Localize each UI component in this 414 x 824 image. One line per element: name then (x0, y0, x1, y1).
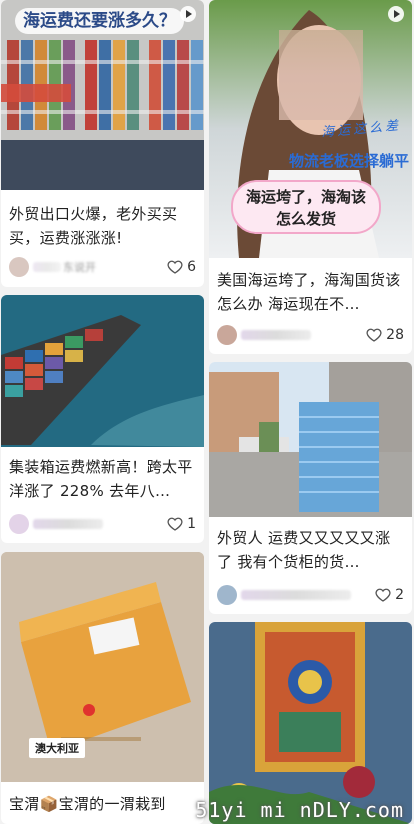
post-meta: 28 (217, 324, 404, 346)
post-meta: 1 (9, 513, 196, 535)
author-name[interactable]: 东说开 (63, 259, 96, 275)
avatar[interactable] (217, 325, 237, 345)
avatar[interactable] (217, 585, 237, 605)
avatar[interactable] (9, 257, 29, 277)
heart-icon (167, 260, 183, 274)
post-card-shipping-cost[interactable]: 海运费还要涨多久？ 外贸出口火爆，老外买买买，运费涨涨涨! 东说开 6 (1, 0, 204, 287)
post-meta: 2 (217, 584, 404, 606)
heart-icon (375, 588, 391, 602)
author-name-blurred[interactable] (33, 519, 103, 529)
like-count: 1 (187, 516, 196, 532)
post-thumbnail[interactable] (209, 362, 412, 517)
post-thumbnail[interactable]: 澳大利亚 (1, 552, 204, 782)
post-thumbnail[interactable] (209, 622, 412, 824)
play-icon (180, 6, 196, 22)
play-icon (388, 6, 404, 22)
thangka-painting-image (209, 622, 412, 824)
caption-line-1: 海运垮了，海淘该 (245, 188, 366, 206)
heart-icon (366, 328, 382, 342)
like-button[interactable]: 1 (167, 516, 196, 532)
post-thumbnail[interactable]: 海运费还要涨多久？ (1, 0, 204, 190)
caption-line-2: 怎么发货 (275, 210, 336, 228)
warehouse-yard-image (209, 362, 412, 517)
post-card-parcel-australia[interactable]: 澳大利亚 宝渭📦宝渭的一渭栽到 (1, 552, 204, 824)
like-count: 2 (395, 587, 404, 603)
like-button[interactable]: 6 (167, 259, 196, 275)
author-name-blurred[interactable] (33, 262, 61, 272)
post-title[interactable]: 宝渭📦宝渭的一渭栽到 (1, 792, 174, 822)
site-watermark: 51yi mi nDLY.com (195, 798, 404, 822)
post-title[interactable]: 外贸出口火爆，老外买买买，运费涨涨涨! (1, 202, 204, 250)
post-card-thangka[interactable] (209, 622, 412, 824)
post-thumbnail[interactable]: 海运这么差 物流老板选择躺平 海运垮了，海淘该 怎么发货 (209, 0, 412, 258)
post-card-us-shipping[interactable]: 海运这么差 物流老板选择躺平 海运垮了，海淘该 怎么发货 美国海运垮了，海淘国货… (209, 0, 412, 354)
like-button[interactable]: 2 (375, 587, 404, 603)
post-title[interactable]: 外贸人 运费又又又又又涨了 我有个货柜的货… (209, 526, 412, 574)
thumbnail-overlay-title: 海运费还要涨多久？ (15, 8, 184, 34)
like-button[interactable]: 28 (366, 327, 404, 343)
thumbnail-caption-bubble: 海运垮了，海淘该 怎么发货 (231, 180, 381, 234)
region-tag: 澳大利亚 (29, 738, 85, 758)
post-title[interactable]: 美国海运垮了，海淘国货该怎么办 海运现在不… (209, 268, 412, 316)
post-meta: 东说开 6 (9, 256, 196, 278)
post-title[interactable]: 集装箱运费燃新高！跨太平洋涨了 228% 去年八… (1, 455, 204, 503)
thumbnail-subtitle: 物流老板选择躺平 (289, 152, 410, 170)
author-name-blurred[interactable] (241, 330, 311, 340)
author-name-blurred[interactable] (241, 590, 351, 600)
like-count: 6 (187, 259, 196, 275)
post-thumbnail[interactable] (1, 295, 204, 447)
post-card-freight-rise[interactable]: 外贸人 运费又又又又又涨了 我有个货柜的货… 2 (209, 362, 412, 614)
feed-grid: 海运费还要涨多久？ 外贸出口火爆，老外买买买，运费涨涨涨! 东说开 6 海运这么… (0, 0, 414, 824)
heart-icon (167, 517, 183, 531)
like-count: 28 (386, 327, 404, 343)
avatar[interactable] (9, 514, 29, 534)
cargo-ship-image (1, 295, 204, 447)
post-card-container-rates[interactable]: 集装箱运费燃新高！跨太平洋涨了 228% 去年八… 1 (1, 295, 204, 543)
